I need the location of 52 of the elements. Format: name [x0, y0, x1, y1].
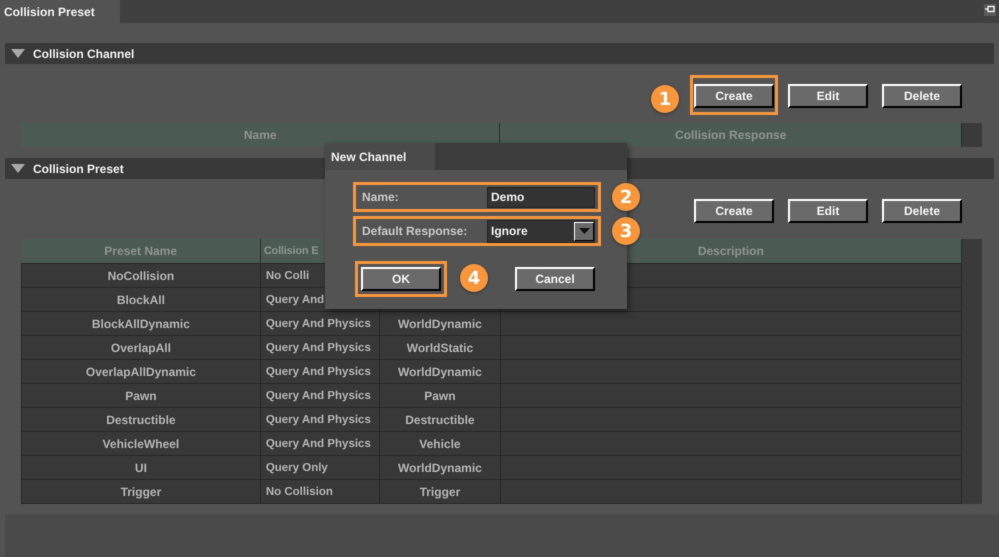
delete-button[interactable]: Delete [882, 199, 962, 223]
table-cell: Query And Physics [260, 384, 380, 408]
table-cell: Destructible [380, 408, 500, 432]
table-cell: WorldDynamic [380, 456, 500, 480]
table-cell: Query And Physics [260, 312, 380, 336]
step-badge: 4 [460, 264, 488, 292]
collapse-triangle-icon[interactable] [11, 164, 25, 173]
table-cell: Vehicle [380, 432, 500, 456]
table-cell: Query And Physics [260, 408, 380, 432]
table-cell: VehicleWheel [22, 432, 260, 456]
delete-button[interactable]: Delete [882, 84, 962, 108]
panel-tab[interactable]: Collision Preset [0, 0, 120, 23]
table-cell: Pawn [22, 384, 260, 408]
table-cell: Pawn [380, 384, 500, 408]
step-badge: 1 [651, 85, 679, 113]
create-button[interactable]: Create [694, 84, 774, 108]
table-cell: Query And Physics [260, 432, 380, 456]
cancel-button[interactable]: Cancel [515, 267, 595, 291]
field-label: Name: [362, 190, 400, 204]
table-cell: Destructible [22, 408, 260, 432]
create-button[interactable]: Create [694, 199, 774, 223]
table-cell: Trigger [22, 480, 260, 504]
table-cell: OverlapAllDynamic [22, 360, 260, 384]
collapse-triangle-icon[interactable] [11, 49, 25, 58]
name-field[interactable]: Demo [487, 186, 595, 208]
dropdown-arrow-icon[interactable] [578, 228, 590, 234]
table-cell: UI [22, 456, 260, 480]
table-cell: BlockAllDynamic [22, 312, 260, 336]
dialog-title: New Channel [325, 143, 435, 170]
table-cell: WorldStatic [380, 336, 500, 360]
ok-button[interactable]: OK [361, 267, 441, 291]
table-cell: WorldDynamic [380, 360, 500, 384]
table-cell: WorldDynamic [380, 312, 500, 336]
table-cell: BlockAll [22, 288, 260, 312]
table-cell: OverlapAll [22, 336, 260, 360]
table-cell: No Collision [260, 480, 380, 504]
pin-icon[interactable] [984, 4, 996, 16]
section-title: Collision Preset [33, 162, 124, 176]
field-label: Default Response: [362, 224, 468, 238]
section-title: Collision Channel [33, 46, 134, 60]
scrollbar[interactable] [962, 239, 982, 504]
step-badge: 2 [612, 183, 640, 211]
edit-button[interactable]: Edit [788, 84, 868, 108]
table-cell: Query Only [260, 456, 380, 480]
table-cell: NoCollision [22, 264, 260, 288]
step-badge: 3 [612, 217, 640, 245]
edit-button[interactable]: Edit [788, 199, 868, 223]
scrollbar[interactable] [962, 123, 982, 147]
table-cell: Query And Physics [260, 360, 380, 384]
table-cell: Trigger [380, 480, 500, 504]
response-dropdown[interactable]: Ignore [487, 220, 595, 242]
table-cell: Query And Physics [260, 336, 380, 360]
